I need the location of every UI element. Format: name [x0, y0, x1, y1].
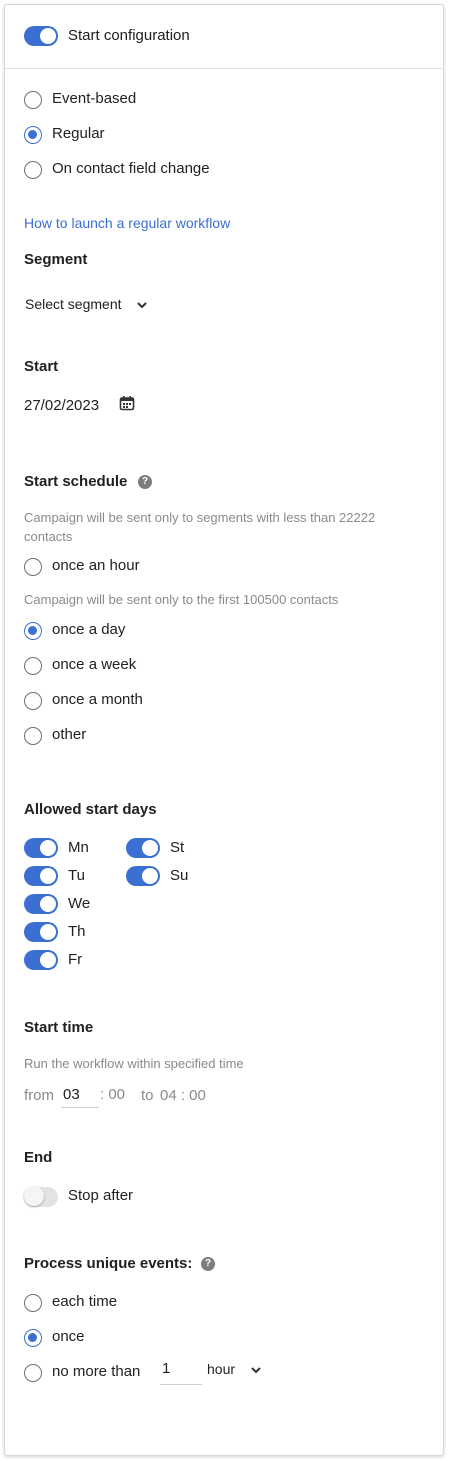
radio-once[interactable]: [24, 1329, 42, 1347]
start-schedule-heading: Start schedule: [24, 473, 128, 490]
limit-value-underline: [160, 1384, 202, 1385]
start-time-heading: Start time: [24, 1019, 94, 1036]
radio-contact-field-change[interactable]: [24, 161, 42, 179]
limit-unit-select[interactable]: hour: [207, 1360, 267, 1380]
label-contact-field-change: On contact field change: [52, 160, 210, 177]
segment-select[interactable]: Select segment: [24, 294, 154, 316]
toggle-day-th[interactable]: [24, 922, 58, 942]
radio-other[interactable]: [24, 727, 42, 745]
label-day-we: We: [68, 895, 91, 912]
label-day-tu: Tu: [68, 867, 85, 884]
start-time-hint: Run the workflow within specified time: [24, 1056, 244, 1071]
start-heading: Start: [24, 358, 59, 375]
segment-select-value: Select segment: [25, 296, 122, 312]
start-configuration-toggle[interactable]: [24, 26, 58, 46]
unique-events-heading: Process unique events:: [24, 1255, 193, 1272]
to-time-input[interactable]: 04 : 00: [160, 1087, 206, 1105]
radio-no-more-than[interactable]: [24, 1364, 42, 1382]
toggle-day-tu[interactable]: [24, 866, 58, 886]
label-regular: Regular: [52, 125, 105, 142]
stop-after-label: Stop after: [68, 1187, 134, 1204]
toggle-day-st[interactable]: [126, 838, 160, 858]
label-day-fr: Fr: [68, 951, 83, 968]
label-no-more-than: no more than: [52, 1363, 141, 1380]
stop-after-toggle[interactable]: [24, 1186, 58, 1207]
label-day-st: St: [170, 839, 185, 856]
label-once-a-day: once a day: [52, 621, 126, 638]
radio-regular[interactable]: [24, 126, 42, 144]
limit-unit-value: hour: [207, 1361, 236, 1377]
limit-value-input[interactable]: 1: [162, 1360, 170, 1378]
header-divider: [5, 68, 444, 69]
from-hour-input[interactable]: 03: [63, 1086, 80, 1104]
label-once-a-week: once a week: [52, 656, 137, 673]
to-label: to: [141, 1087, 154, 1104]
label-day-su: Su: [170, 867, 189, 884]
allowed-days-heading: Allowed start days: [24, 801, 157, 818]
radio-once-a-day[interactable]: [24, 622, 42, 640]
toggle-day-we[interactable]: [24, 894, 58, 914]
help-icon[interactable]: ?: [201, 1257, 215, 1271]
radio-once-a-month[interactable]: [24, 692, 42, 710]
start-configuration-title: Start configuration: [68, 27, 190, 44]
calendar-icon[interactable]: [119, 395, 135, 411]
chevron-down-icon: [251, 1367, 261, 1374]
label-each-time: each time: [52, 1293, 118, 1310]
label-other: other: [52, 726, 87, 743]
radio-each-time[interactable]: [24, 1294, 42, 1312]
toggle-day-su[interactable]: [126, 866, 160, 886]
segment-heading: Segment: [24, 251, 88, 268]
toggle-day-fr[interactable]: [24, 950, 58, 970]
schedule-hourly-note: Campaign will be sent only to segments w…: [24, 510, 376, 544]
radio-once-an-hour[interactable]: [24, 558, 42, 576]
start-date-value[interactable]: 27/02/2023: [24, 397, 99, 415]
regular-workflow-help-link[interactable]: How to launch a regular workflow: [24, 215, 230, 231]
label-once-an-hour: once an hour: [52, 557, 140, 574]
from-label: from: [24, 1087, 54, 1104]
label-day-th: Th: [68, 923, 86, 940]
label-event-based: Event-based: [52, 90, 137, 107]
chevron-down-icon: [137, 302, 147, 309]
from-minutes[interactable]: : 00: [100, 1086, 125, 1104]
label-day-mn: Mn: [68, 839, 89, 856]
toggle-day-mn[interactable]: [24, 838, 58, 858]
radio-once-a-week[interactable]: [24, 657, 42, 675]
end-heading: End: [24, 1149, 53, 1166]
label-once-a-month: once a month: [52, 691, 143, 708]
help-icon[interactable]: ?: [138, 475, 152, 489]
radio-event-based[interactable]: [24, 91, 42, 109]
from-hour-underline: [61, 1107, 99, 1108]
schedule-other-note: Campaign will be sent only to the first …: [24, 592, 339, 607]
label-once: once: [52, 1328, 85, 1345]
